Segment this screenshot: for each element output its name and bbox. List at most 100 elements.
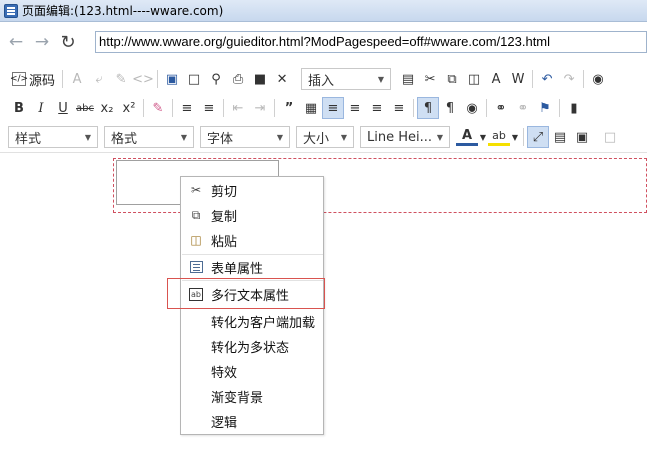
print-icon[interactable]: ⎙ <box>227 68 249 90</box>
menu-item-form-properties[interactable]: 表单属性 <box>182 255 323 279</box>
toolbar-separator <box>62 70 64 88</box>
style-dropdown[interactable]: 样式 ▼ <box>8 126 98 148</box>
bulleted-list-icon[interactable]: ≡ <box>198 97 220 119</box>
strikethrough-button[interactable]: abc <box>74 97 96 119</box>
insert-dropdown[interactable]: 插入 ▼ <box>301 68 392 90</box>
chevron-down-icon[interactable]: ▼ <box>510 126 520 148</box>
highlight-color-button[interactable]: ab <box>488 128 510 146</box>
font-dropdown[interactable]: 字体 ▼ <box>200 126 290 148</box>
close-icon[interactable]: ✕ <box>271 68 293 90</box>
redo-icon[interactable]: ↷ <box>558 68 580 90</box>
undo-icon[interactable]: ↶ <box>536 68 558 90</box>
format-dropdown-label: 格式 <box>111 131 138 147</box>
chevron-down-icon[interactable]: ▼ <box>478 126 488 148</box>
format-painter-icon[interactable]: ✎ <box>110 68 132 90</box>
maximize-icon[interactable]: ⤢ <box>527 126 549 148</box>
menu-item-label: 逻辑 <box>211 415 238 431</box>
document-icon[interactable]: ▤ <box>397 68 419 90</box>
menu-item-paste[interactable]: ◫ 粘贴 <box>182 228 323 252</box>
chevron-down-icon: ▼ <box>436 132 443 142</box>
text-color-button[interactable]: A <box>456 128 478 146</box>
menu-item-label: 剪切 <box>211 184 238 200</box>
language-icon[interactable]: ◉ <box>461 97 483 119</box>
form-icon[interactable]: □ <box>599 126 621 148</box>
div-container-icon[interactable]: ▦ <box>300 97 322 119</box>
align-justify-icon[interactable]: ≡ <box>388 97 410 119</box>
cut-icon[interactable]: ✂ <box>419 68 441 90</box>
back-arrow-icon[interactable]: ← <box>6 32 26 52</box>
source-icon: </> <box>9 72 29 86</box>
menu-item-convert-client[interactable]: 转化为客户端加载 <box>182 309 323 333</box>
source-button[interactable]: </> 源码 <box>8 68 59 90</box>
numbered-list-icon[interactable]: ≡ <box>176 97 198 119</box>
menu-item-effects[interactable]: 特效 <box>182 359 323 383</box>
menu-item-logic[interactable]: 逻辑 <box>182 409 323 433</box>
code-icon[interactable]: <> <box>132 68 154 90</box>
toolbar-separator <box>274 99 275 117</box>
bold-button[interactable]: B <box>8 97 30 119</box>
menu-item-copy[interactable]: ⧉ 复制 <box>182 203 323 227</box>
toolbar-separator <box>413 99 414 117</box>
menu-item-label: 复制 <box>211 209 238 225</box>
format-dropdown[interactable]: 格式 ▼ <box>104 126 194 148</box>
forward-arrow-icon[interactable]: → <box>32 32 52 52</box>
template-icon[interactable]: ▣ <box>571 126 593 148</box>
rtl-text-icon[interactable]: ¶ <box>439 97 461 119</box>
highlight-annotation <box>167 278 325 309</box>
preview-icon[interactable]: ⚲ <box>205 68 227 90</box>
subscript-button[interactable]: x₂ <box>96 97 118 119</box>
form-properties-icon <box>188 259 204 275</box>
line-height-dropdown-label: Line Hei... <box>367 129 433 145</box>
remove-format-icon[interactable]: ✎ <box>147 97 169 119</box>
menu-item-gradient-background[interactable]: 渐变背景 <box>182 384 323 408</box>
toolbar-divider <box>0 152 647 153</box>
paste-icon: ◫ <box>190 233 202 247</box>
link-icon[interactable]: ⚭ <box>490 97 512 119</box>
menu-item-label: 转化为多状态 <box>211 340 290 356</box>
align-right-icon[interactable]: ≡ <box>366 97 388 119</box>
address-bar: ← → ↻ http://www.wware.org/guieditor.htm… <box>0 28 647 56</box>
lock-icon[interactable]: ■ <box>249 68 271 90</box>
unlink-icon[interactable]: ⚭ <box>512 97 534 119</box>
italic-button[interactable]: I <box>30 97 52 119</box>
toolbar-row-3: 样式 ▼ 格式 ▼ 字体 ▼ 大小 ▼ Line Hei... ▼ A ▼ ab… <box>0 124 647 150</box>
style-dropdown-label: 样式 <box>15 131 42 147</box>
window-title: 页面编辑:(123.html----wware.com) <box>22 4 224 18</box>
source-label: 源码 <box>29 73 56 89</box>
copy-icon[interactable]: ⧉ <box>441 68 463 90</box>
align-left-icon[interactable]: ≡ <box>322 97 344 119</box>
new-page-icon[interactable]: □ <box>183 68 205 90</box>
menu-item-label: 粘贴 <box>211 234 238 250</box>
blockquote-icon[interactable]: ” <box>278 97 300 119</box>
select-all-icon[interactable]: A <box>66 68 88 90</box>
align-center-icon[interactable]: ≡ <box>344 97 366 119</box>
menu-item-convert-multistate[interactable]: 转化为多状态 <box>182 334 323 358</box>
toolbar-separator <box>523 128 524 146</box>
app-icon <box>4 3 18 18</box>
indent-icon[interactable]: ⇥ <box>249 97 271 119</box>
chart-icon[interactable]: ▮ <box>563 97 585 119</box>
line-height-dropdown[interactable]: Line Hei... ▼ <box>360 126 450 148</box>
undo-format-icon[interactable]: ⤶ <box>88 68 110 90</box>
underline-button[interactable]: U <box>52 97 74 119</box>
ltr-text-icon[interactable]: ¶ <box>417 97 439 119</box>
size-dropdown[interactable]: 大小 ▼ <box>296 126 354 148</box>
superscript-button[interactable]: x² <box>118 97 140 119</box>
paste-icon[interactable]: ◫ <box>463 68 485 90</box>
url-field[interactable]: http://www.wware.org/guieditor.html?ModP… <box>95 31 647 53</box>
toolbar-separator <box>143 99 144 117</box>
find-icon[interactable]: ◉ <box>587 68 609 90</box>
anchor-flag-icon[interactable]: ⚑ <box>534 97 556 119</box>
save-icon[interactable]: ▣ <box>161 68 183 90</box>
chevron-down-icon: ▼ <box>180 132 187 142</box>
chevron-down-icon: ▼ <box>276 132 283 142</box>
menu-item-label: 渐变背景 <box>211 390 264 406</box>
show-blocks-icon[interactable]: ▤ <box>549 126 571 148</box>
toolbar-separator <box>532 70 534 88</box>
reload-icon[interactable]: ↻ <box>58 32 78 53</box>
paste-text-icon[interactable]: A <box>485 68 507 90</box>
paste-word-icon[interactable]: W <box>507 68 529 90</box>
menu-item-cut[interactable]: ✂ 剪切 <box>182 178 323 202</box>
toolbar-separator <box>157 70 159 88</box>
outdent-icon[interactable]: ⇤ <box>227 97 249 119</box>
